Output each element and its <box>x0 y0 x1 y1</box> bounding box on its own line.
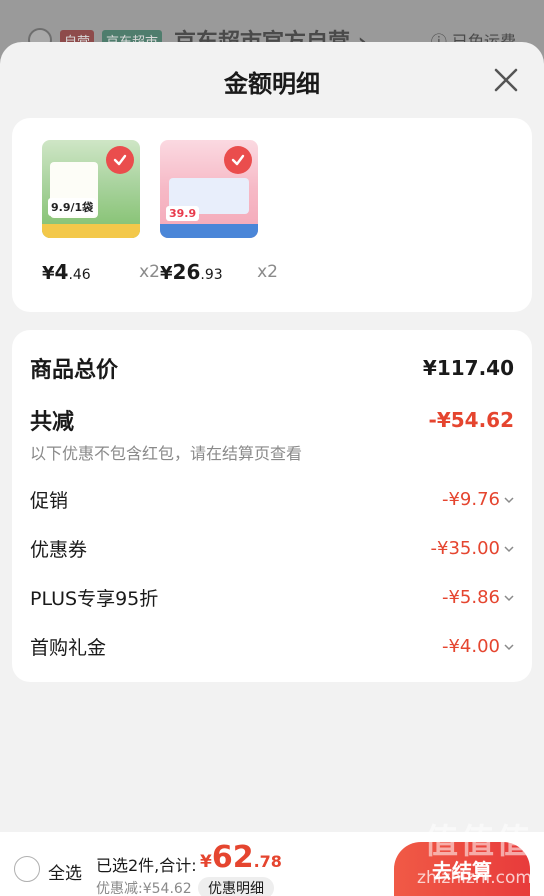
select-all-radio[interactable] <box>14 856 40 882</box>
product-qty: x2 <box>139 262 160 282</box>
discount-value: -¥9.76 <box>442 489 514 510</box>
thumb-band <box>160 224 258 238</box>
close-icon <box>494 68 518 92</box>
thumb-band <box>42 224 140 238</box>
select-all-label[interactable]: 全选 <box>48 859 82 884</box>
discount-row-coupon[interactable]: 优惠券 -¥35.00 <box>30 535 514 562</box>
price-detail-sheet: 金额明细 9.9/1袋 ¥ 4 .46 x2 39.9 ¥ 26 .93 x2 … <box>0 42 544 832</box>
discount-label: PLUS专享95折 <box>30 588 159 610</box>
total-label: 商品总价 <box>30 358 119 383</box>
discount-value: -¥5.86 <box>442 587 514 608</box>
price-decimal: .93 <box>200 267 223 283</box>
discount-row-promotion[interactable]: 促销 -¥9.76 <box>30 486 514 513</box>
discount-label: 首购礼金 <box>30 637 107 659</box>
product-price: ¥ 26 .93 <box>160 260 270 284</box>
summary-card: 商品总价 ¥117.40 共减 -¥54.62 以下优惠不包含红包，请在结算页查… <box>12 330 532 682</box>
reduce-row: 共减 -¥54.62 <box>30 404 514 436</box>
price-currency: ¥ <box>160 263 173 284</box>
price-integer: 26 <box>172 260 201 284</box>
reduce-label: 共减 <box>30 410 75 435</box>
price-decimal: .46 <box>68 267 91 283</box>
total-value: ¥117.40 <box>422 356 514 380</box>
discount-amount: -¥35.00 <box>430 538 500 559</box>
checkout-button[interactable]: 去结算 <box>394 842 530 896</box>
total-integer: 62 <box>211 840 254 875</box>
product-item[interactable]: 39.9 ¥ 26 .93 x2 <box>160 140 278 284</box>
selected-check-icon <box>106 146 134 174</box>
price-integer: 4 <box>54 260 69 284</box>
thumb-price-tag: 9.9/1袋 <box>48 198 97 216</box>
sheet-title: 金额明细 <box>224 70 320 98</box>
discount-row-plus[interactable]: PLUS专享95折 -¥5.86 <box>30 584 514 611</box>
discount-value: -¥4.00 <box>442 636 514 657</box>
chevron-down-icon <box>504 545 514 552</box>
total-price: ¥ 62 .78 <box>200 840 282 875</box>
selected-count: 已选2件,合计: <box>96 856 197 875</box>
total-decimal: .78 <box>253 852 282 871</box>
discount-amount: -¥5.86 <box>441 587 500 608</box>
thumb-price-tag: 39.9 <box>166 206 200 221</box>
discount-hint: 以下优惠不包含红包，请在结算页查看 <box>30 444 303 463</box>
product-thumbnail: 9.9/1袋 <box>42 140 140 238</box>
discount-label: 优惠券 <box>30 539 88 561</box>
chevron-down-icon <box>504 643 514 650</box>
total-currency: ¥ <box>200 852 212 872</box>
discount-summary: 优惠减:¥54.62 <box>96 881 192 896</box>
discount-amount: -¥9.76 <box>441 489 500 510</box>
discount-label: 促销 <box>30 490 69 512</box>
price-currency: ¥ <box>42 263 55 284</box>
close-button[interactable] <box>492 66 520 94</box>
discount-detail-button[interactable]: 优惠明细 <box>198 877 274 896</box>
discount-row-first-purchase[interactable]: 首购礼金 -¥4.00 <box>30 633 514 660</box>
chevron-down-icon <box>504 496 514 503</box>
discount-amount: -¥4.00 <box>441 636 500 657</box>
product-qty: x2 <box>257 262 278 282</box>
reduce-value: -¥54.62 <box>428 408 514 432</box>
checkout-bar: 全选 已选2件,合计: ¥ 62 .78 优惠减:¥54.62 优惠明细 去结算 <box>0 832 544 896</box>
products-card: 9.9/1袋 ¥ 4 .46 x2 39.9 ¥ 26 .93 x2 <box>12 118 532 312</box>
product-price: ¥ 4 .46 <box>42 260 152 284</box>
chevron-down-icon <box>504 594 514 601</box>
total-row: 商品总价 ¥117.40 <box>30 352 514 384</box>
product-thumbnail: 39.9 <box>160 140 258 238</box>
selected-check-icon <box>224 146 252 174</box>
product-item[interactable]: 9.9/1袋 ¥ 4 .46 x2 <box>42 140 160 284</box>
discount-value: -¥35.00 <box>431 538 514 559</box>
